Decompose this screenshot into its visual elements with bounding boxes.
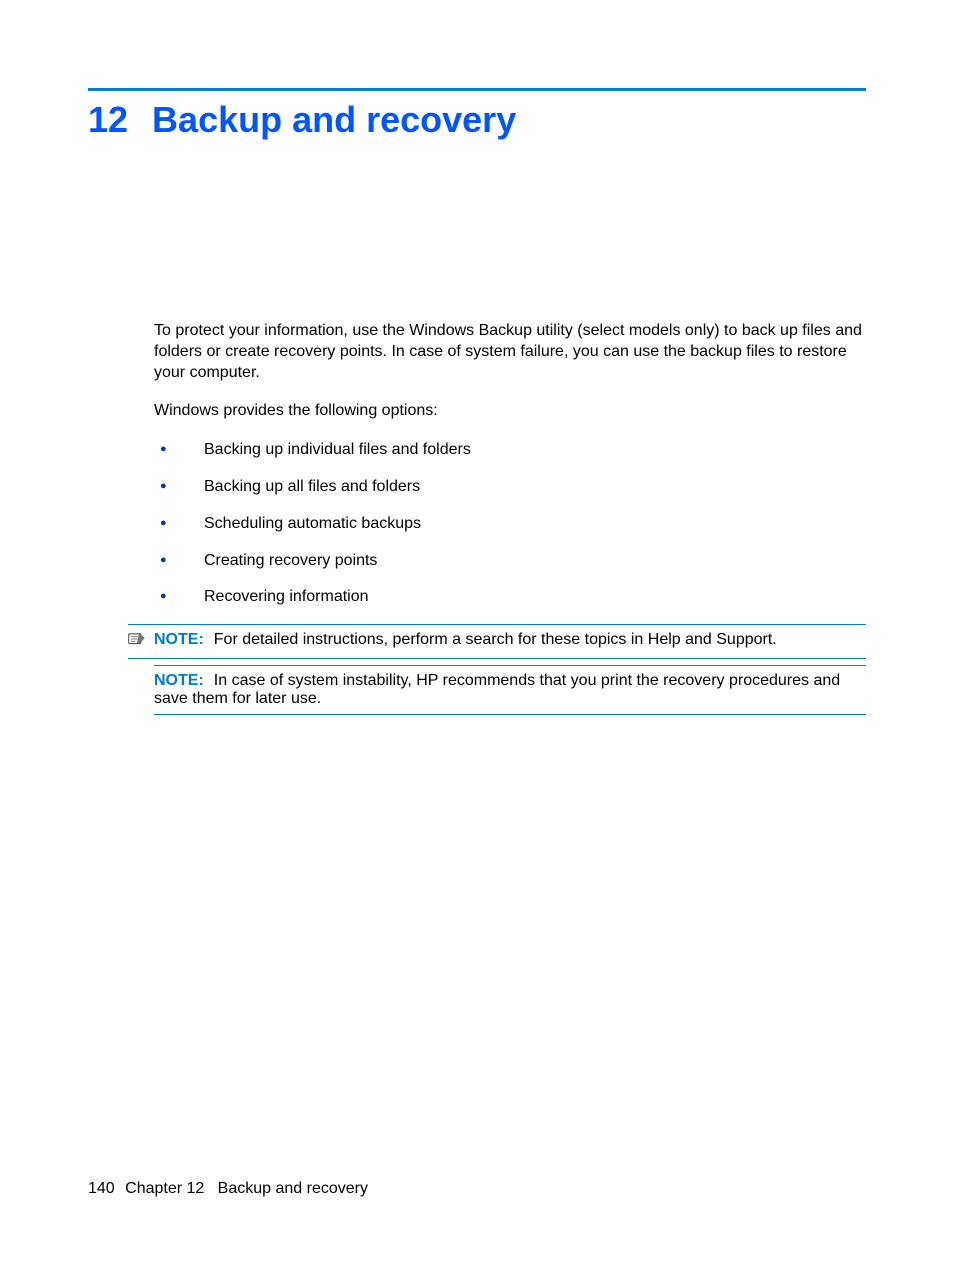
chapter-top-rule: [88, 88, 866, 91]
note-text: For detailed instructions, perform a sea…: [214, 631, 777, 648]
note-pencil-icon: [128, 631, 148, 652]
list-item: Recovering information: [154, 587, 866, 608]
note-block: NOTE:In case of system instability, HP r…: [154, 665, 866, 715]
body-content: To protect your information, use the Win…: [154, 321, 866, 608]
footer-chapter-label: Chapter 12: [125, 1180, 204, 1197]
note-block: NOTE: For detailed instructions, perform …: [128, 624, 866, 659]
footer-chapter-title: Backup and recovery: [218, 1180, 368, 1197]
page-footer: 140 Chapter 12 Backup and recovery: [88, 1180, 368, 1198]
options-list: Backing up individual files and folders …: [154, 440, 866, 608]
note-label: NOTE:: [154, 672, 204, 689]
list-item: Backing up all files and folders: [154, 477, 866, 498]
chapter-title: Backup and recovery: [152, 99, 516, 141]
footer-page-number: 140: [88, 1180, 115, 1197]
list-item: Scheduling automatic backups: [154, 514, 866, 535]
chapter-heading: 12 Backup and recovery: [88, 99, 866, 141]
intro-paragraph: To protect your information, use the Win…: [154, 321, 866, 383]
options-lead: Windows provides the following options:: [154, 401, 866, 422]
list-item: Backing up individual files and folders: [154, 440, 866, 461]
chapter-number: 12: [88, 99, 128, 141]
list-item: Creating recovery points: [154, 551, 866, 572]
note-text: In case of system instability, HP recomm…: [154, 672, 840, 707]
note-label: NOTE:: [154, 631, 204, 648]
